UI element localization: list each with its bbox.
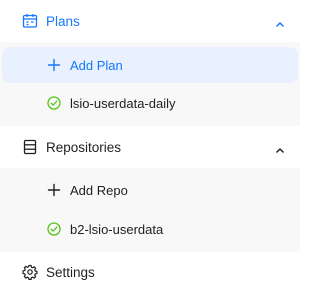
repositories-label: Repositories — [46, 139, 122, 155]
check-circle-icon — [47, 222, 61, 236]
settings-label: Settings — [46, 264, 95, 280]
chevron-up-icon[interactable] — [275, 16, 285, 27]
repo-item-label: b2-lsio-userdata — [70, 221, 164, 237]
sidebar-nav: Plans Add Plan lsio-userdata-daily Repos… — [0, 0, 300, 300]
repo-item-b2-lsio-userdata[interactable]: b2-lsio-userdata — [0, 211, 300, 247]
plus-icon — [47, 183, 61, 197]
add-plan-button[interactable]: Add Plan — [2, 47, 298, 83]
plans-section-header[interactable]: Plans — [0, 1, 300, 41]
calendar-icon — [22, 13, 38, 29]
plan-item-label: lsio-userdata-daily — [70, 95, 176, 111]
add-repo-button[interactable]: Add Repo — [0, 172, 300, 208]
chevron-up-icon[interactable] — [275, 142, 285, 153]
add-plan-label: Add Plan — [70, 57, 123, 73]
check-circle-icon — [47, 96, 61, 110]
add-repo-label: Add Repo — [70, 182, 128, 198]
settings-nav-item[interactable]: Settings — [0, 252, 300, 292]
plans-label: Plans — [46, 13, 80, 29]
plan-item-lsio-userdata-daily[interactable]: lsio-userdata-daily — [0, 85, 300, 121]
gear-icon — [22, 264, 38, 280]
database-icon — [22, 139, 38, 155]
plus-icon — [47, 58, 61, 72]
repositories-section-header[interactable]: Repositories — [0, 127, 300, 167]
